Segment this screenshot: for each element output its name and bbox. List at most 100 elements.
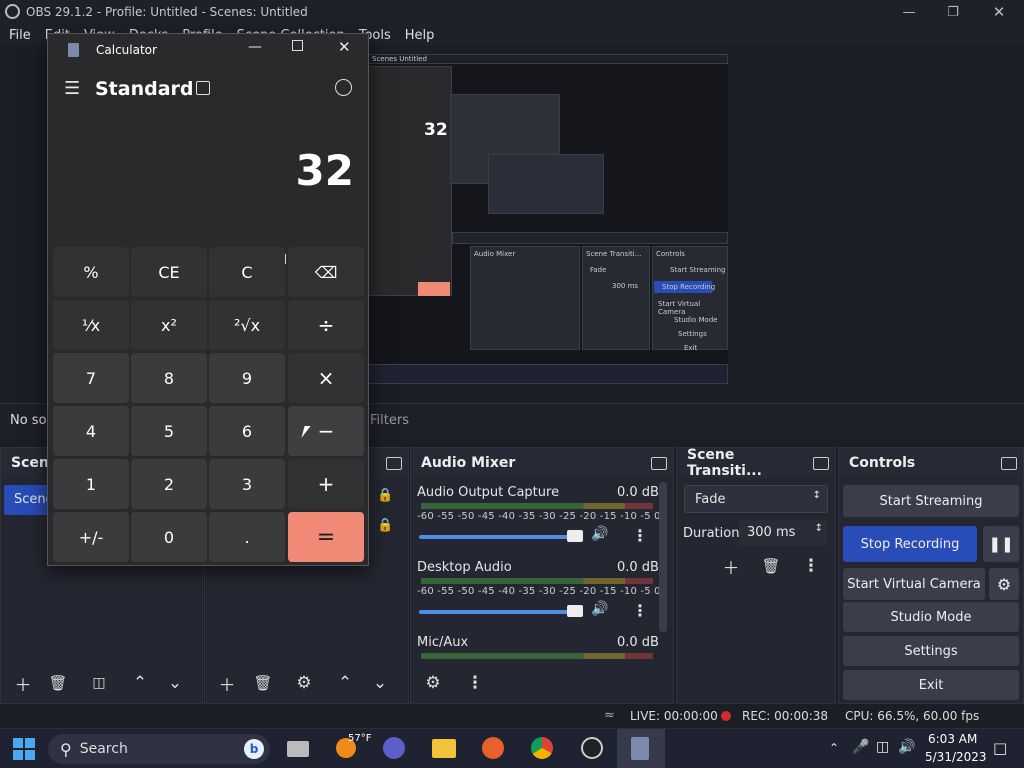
chevron-up-icon[interactable]: ⌃ xyxy=(829,741,839,755)
filters-button[interactable]: Filters xyxy=(370,413,409,428)
preview-fade: Fade xyxy=(590,266,607,274)
lock-icon[interactable]: 🔒 xyxy=(377,488,393,503)
maximize-icon[interactable]: ❐ xyxy=(930,0,976,24)
chrome-icon[interactable] xyxy=(531,737,553,759)
digit-9-key[interactable]: 9 xyxy=(209,353,285,403)
hamburger-menu-icon[interactable]: ☰ xyxy=(64,78,80,99)
calculator-taskbar-icon[interactable] xyxy=(631,737,649,760)
square-key[interactable]: x² xyxy=(131,300,207,350)
move-source-down-icon[interactable]: ⌄ xyxy=(366,670,394,696)
divide-key[interactable]: ÷ xyxy=(288,300,364,350)
digit-1-key[interactable]: 1 xyxy=(53,459,129,509)
digit-3-key[interactable]: 3 xyxy=(209,459,285,509)
bing-icon[interactable]: b xyxy=(244,739,264,759)
move-source-up-icon[interactable]: ⌃ xyxy=(331,670,359,696)
digit-8-key[interactable]: 8 xyxy=(131,353,207,403)
backspace-key[interactable]: ⌫ xyxy=(288,247,364,297)
volume-icon[interactable]: 🔊 xyxy=(898,739,915,755)
keep-on-top-icon[interactable] xyxy=(196,81,210,95)
history-icon[interactable] xyxy=(335,79,352,96)
float-dock-icon[interactable] xyxy=(386,456,402,470)
digit-5-key[interactable]: 5 xyxy=(131,406,207,456)
minimize-icon[interactable]: — xyxy=(248,39,262,55)
preview-canvas[interactable]: Scenes Untitled 32 Audio Mixer Scene Tra… xyxy=(368,54,728,384)
start-virtual-camera-button[interactable]: Start Virtual Camera xyxy=(843,568,985,600)
lock-icon[interactable]: 🔒 xyxy=(377,518,393,533)
taskbar-search-box[interactable]: ⚲ Search b xyxy=(48,734,270,764)
windows-start-icon[interactable] xyxy=(13,738,35,760)
negate-key[interactable]: +/- xyxy=(53,512,129,562)
pause-recording-icon[interactable]: ❚❚ xyxy=(983,526,1019,562)
volume-slider[interactable] xyxy=(419,535,583,539)
digit-4-key[interactable]: 4 xyxy=(53,406,129,456)
live-time: LIVE: 00:00:00 xyxy=(630,709,718,723)
transition-select[interactable]: Fade ↕ xyxy=(684,485,828,513)
clock-date[interactable]: 5/31/2023 xyxy=(925,750,987,764)
transitions-header: Scene Transiti... xyxy=(677,447,835,479)
multiply-key[interactable]: × xyxy=(288,353,364,403)
digit-2-key[interactable]: 2 xyxy=(131,459,207,509)
settings-button[interactable]: Settings xyxy=(843,636,1019,666)
percent-key[interactable]: % xyxy=(53,247,129,297)
exit-button[interactable]: Exit xyxy=(843,670,1019,700)
add-scene-icon[interactable]: ＋ xyxy=(9,670,37,696)
decimal-key[interactable]: . xyxy=(209,512,285,562)
float-dock-icon[interactable] xyxy=(813,456,829,470)
file-explorer-icon[interactable] xyxy=(432,739,456,758)
add-source-icon[interactable]: ＋ xyxy=(213,670,241,696)
digit-7-key[interactable]: 7 xyxy=(53,353,129,403)
add-transition-icon[interactable]: ＋ xyxy=(717,553,745,579)
close-icon[interactable]: ✕ xyxy=(976,0,1022,24)
menu-file[interactable]: File xyxy=(9,28,31,43)
plus-key[interactable]: + xyxy=(288,459,364,509)
firefox-icon[interactable] xyxy=(482,737,504,759)
microphone-icon[interactable]: 🎤 xyxy=(852,739,869,755)
minus-key[interactable]: − xyxy=(288,406,364,456)
channel-menu-icon[interactable]: ⋮ xyxy=(632,526,648,545)
mixer-menu-icon[interactable]: ⋮ xyxy=(461,670,489,696)
equals-key[interactable]: = xyxy=(288,512,364,562)
maximize-icon[interactable] xyxy=(292,40,303,51)
scene-filters-icon[interactable]: ◫ xyxy=(85,670,113,696)
speaker-icon[interactable]: 🔊 xyxy=(591,601,608,617)
studio-mode-button[interactable]: Studio Mode xyxy=(843,602,1019,632)
digit-6-key[interactable]: 6 xyxy=(209,406,285,456)
duration-input[interactable]: 300 ms ↕ xyxy=(739,520,827,546)
close-icon[interactable]: ✕ xyxy=(338,38,351,56)
volume-slider[interactable] xyxy=(419,610,583,614)
volume-slider-handle[interactable] xyxy=(567,605,583,617)
remove-scene-icon[interactable]: 🗑 xyxy=(44,670,72,696)
start-streaming-button[interactable]: Start Streaming xyxy=(843,485,1019,517)
stepper-icon[interactable]: ↕ xyxy=(815,523,823,534)
preview-studio-mode: Studio Mode xyxy=(674,316,718,324)
transition-menu-icon[interactable]: ⋮ xyxy=(797,553,825,579)
mixer-settings-gear-icon[interactable]: ⚙ xyxy=(419,670,447,696)
float-dock-icon[interactable] xyxy=(651,456,667,470)
reciprocal-key[interactable]: ⅟x xyxy=(53,300,129,350)
remove-transition-icon[interactable]: 🗑 xyxy=(757,553,785,579)
digit-0-key[interactable]: 0 xyxy=(131,512,207,562)
channel-menu-icon[interactable]: ⋮ xyxy=(632,601,648,620)
virtual-camera-settings-gear-icon[interactable]: ⚙ xyxy=(989,568,1019,600)
square-root-key[interactable]: ²√x xyxy=(209,300,285,350)
obs-taskbar-icon[interactable] xyxy=(581,737,603,759)
teams-chat-icon[interactable] xyxy=(383,737,405,759)
network-icon[interactable]: ◫ xyxy=(876,739,889,755)
minimize-icon[interactable]: — xyxy=(886,0,932,24)
stop-recording-button[interactable]: Stop Recording xyxy=(843,526,977,562)
float-dock-icon[interactable] xyxy=(1001,456,1017,470)
notifications-icon[interactable]: □ xyxy=(993,739,1007,757)
clear-key[interactable]: C xyxy=(209,247,285,297)
move-scene-down-icon[interactable]: ⌄ xyxy=(161,670,189,696)
mixer-scrollbar[interactable] xyxy=(659,482,667,632)
volume-slider-handle[interactable] xyxy=(567,530,583,542)
speaker-icon[interactable]: 🔊 xyxy=(591,526,608,542)
clock-time[interactable]: 6:03 AM xyxy=(928,732,977,746)
source-properties-gear-icon[interactable]: ⚙ xyxy=(290,670,318,696)
clear-entry-key[interactable]: CE xyxy=(131,247,207,297)
menu-help[interactable]: Help xyxy=(405,28,435,43)
remove-source-icon[interactable]: 🗑 xyxy=(249,670,277,696)
task-view-icon[interactable] xyxy=(287,741,309,757)
move-scene-up-icon[interactable]: ⌃ xyxy=(126,670,154,696)
scene-transitions-dock: Scene Transiti... Fade ↕ Duration 300 ms ↕… xyxy=(676,447,836,704)
